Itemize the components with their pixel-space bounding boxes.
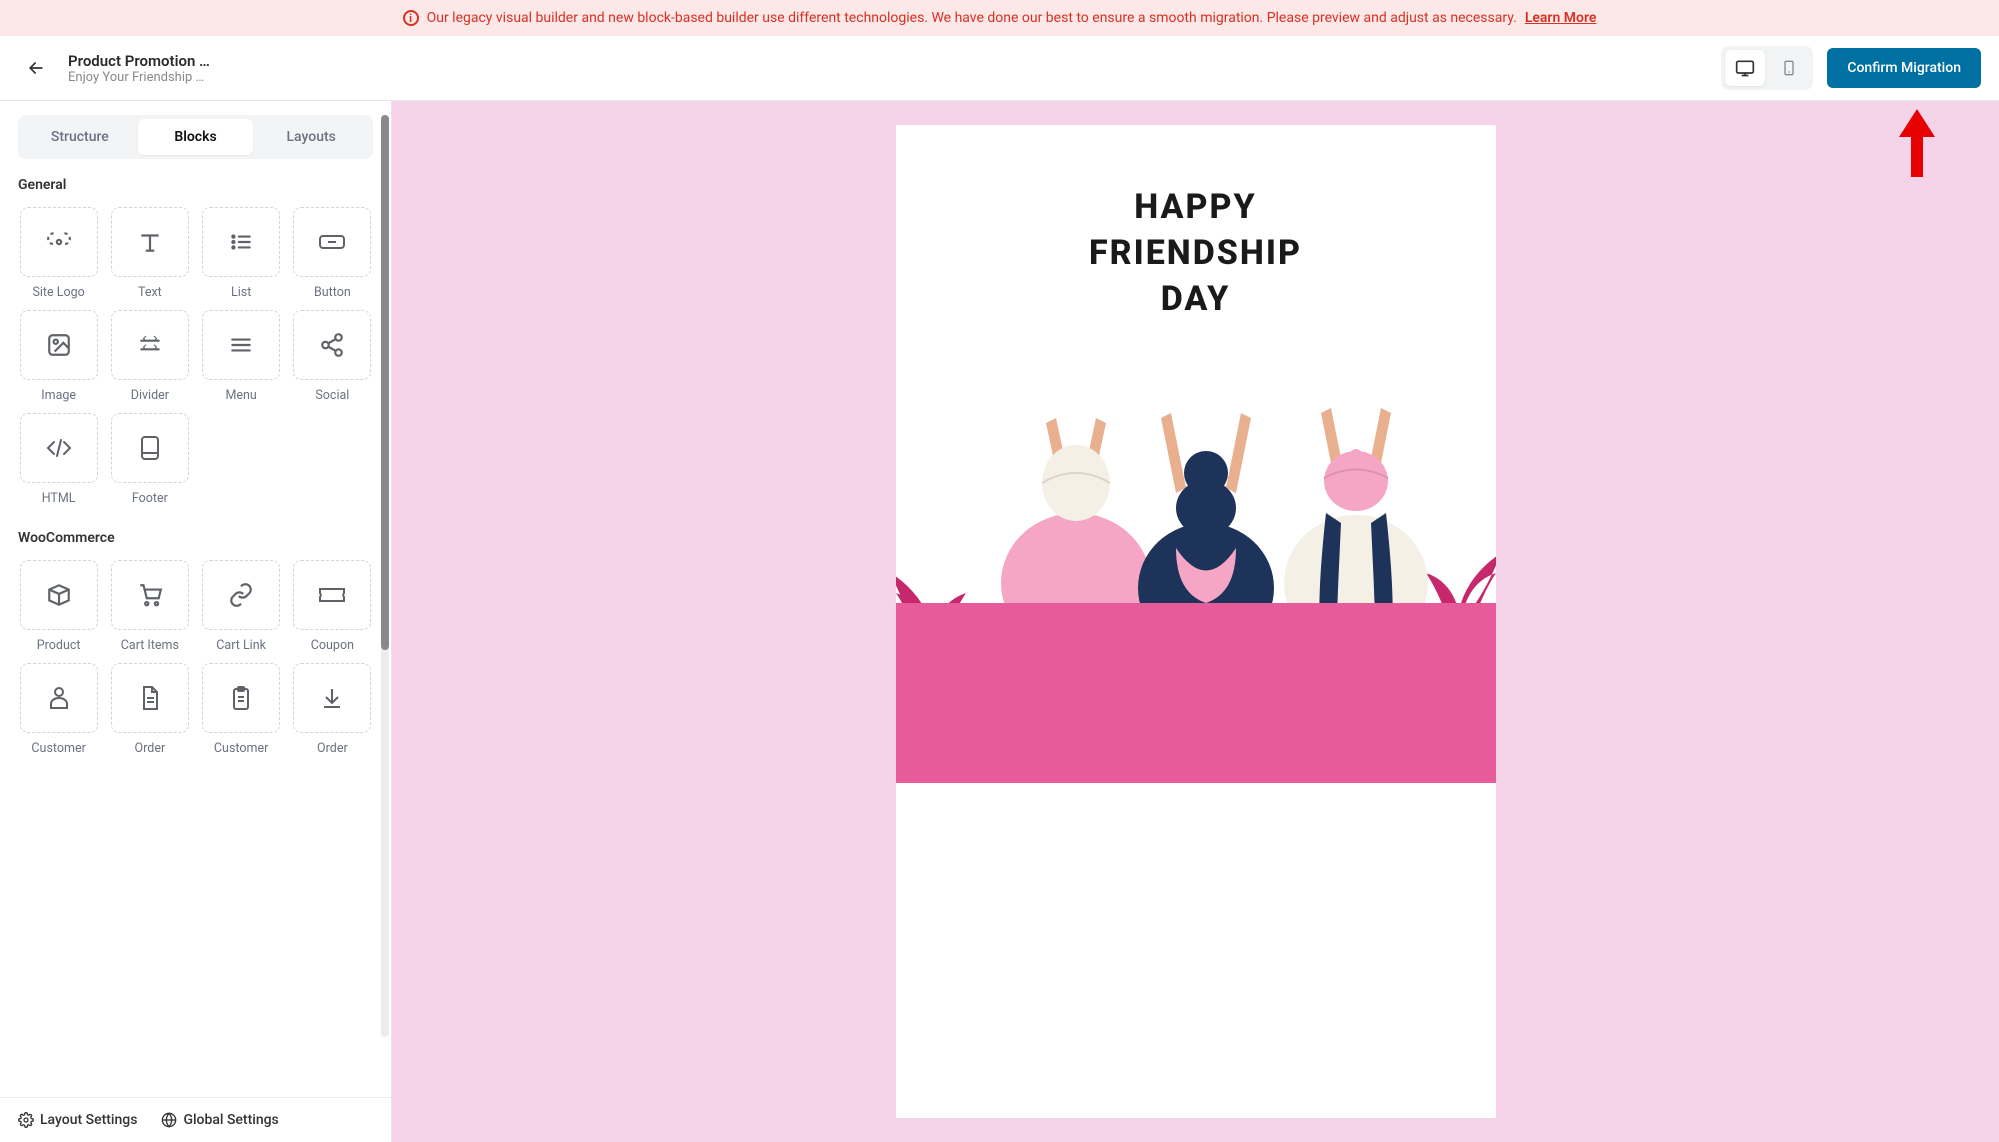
globe-icon — [161, 1112, 177, 1128]
desktop-view-button[interactable] — [1725, 50, 1765, 86]
block-label: Text — [138, 285, 162, 300]
sidebar-footer: Layout Settings Global Settings — [0, 1097, 391, 1142]
back-button[interactable] — [18, 50, 54, 86]
site-logo-icon — [20, 207, 98, 277]
block-customer2[interactable]: Customer — [201, 663, 282, 756]
block-label: Footer — [132, 491, 168, 506]
learn-more-link[interactable]: Learn More — [1525, 10, 1597, 26]
page-title: Product Promotion … — [68, 52, 210, 70]
scrollbar-thumb[interactable] — [381, 115, 389, 650]
coupon-icon — [293, 560, 371, 630]
tab-blocks[interactable]: Blocks — [138, 119, 254, 155]
block-footer[interactable]: Footer — [109, 413, 190, 506]
block-html[interactable]: HTML — [18, 413, 99, 506]
tab-structure[interactable]: Structure — [22, 119, 138, 155]
block-label: Divider — [131, 388, 169, 403]
header-bar: Product Promotion … Enjoy Your Friendshi… — [0, 36, 1999, 101]
block-label: Order — [135, 741, 166, 756]
block-site-logo[interactable]: Site Logo — [18, 207, 99, 300]
block-label: Cart Link — [216, 638, 266, 653]
menu-icon — [202, 310, 280, 380]
mobile-view-button[interactable] — [1769, 50, 1809, 86]
heading-line3: DAY — [1161, 279, 1231, 319]
page-subtitle: Enjoy Your Friendship … — [68, 70, 210, 85]
block-label: Menu — [225, 388, 256, 403]
customer-icon — [20, 663, 98, 733]
cart-items-icon — [111, 560, 189, 630]
section-woocommerce-title: WooCommerce — [18, 530, 373, 546]
footer-icon — [111, 413, 189, 483]
block-image[interactable]: Image — [18, 310, 99, 403]
block-label: Site Logo — [32, 285, 84, 300]
customer2-icon — [202, 663, 280, 733]
woocommerce-blocks-grid: Product Cart Items Cart Link — [18, 560, 373, 756]
list-icon — [202, 207, 280, 277]
block-button[interactable]: Button — [292, 207, 373, 300]
button-icon — [293, 207, 371, 277]
annotation-arrow-icon — [1899, 109, 1935, 177]
block-cart-link[interactable]: Cart Link — [201, 560, 282, 653]
block-label: HTML — [42, 491, 76, 506]
image-icon — [20, 310, 98, 380]
block-list[interactable]: List — [201, 207, 282, 300]
block-label: Order — [317, 741, 348, 756]
block-label: Customer — [214, 741, 268, 756]
block-label: Cart Items — [121, 638, 179, 653]
block-label: Button — [314, 285, 351, 300]
block-text[interactable]: Text — [109, 207, 190, 300]
block-customer[interactable]: Customer — [18, 663, 99, 756]
block-label: Product — [37, 638, 81, 653]
banner-text: Our legacy visual builder and new block-… — [427, 10, 1517, 26]
global-settings-label: Global Settings — [183, 1112, 278, 1128]
block-label: Coupon — [311, 638, 354, 653]
global-settings-link[interactable]: Global Settings — [161, 1112, 278, 1128]
scrollbar[interactable] — [381, 115, 389, 1037]
block-menu[interactable]: Menu — [201, 310, 282, 403]
confirm-migration-button[interactable]: Confirm Migration — [1827, 48, 1981, 88]
sidebar: Structure Blocks Layouts General Site Lo… — [0, 101, 392, 1142]
block-social[interactable]: Social — [292, 310, 373, 403]
block-label: Image — [41, 388, 76, 403]
block-divider[interactable]: Divider — [109, 310, 190, 403]
divider-icon — [111, 310, 189, 380]
canvas-heading: HAPPY FRIENDSHIP DAY — [896, 125, 1496, 343]
sidebar-tabs: Structure Blocks Layouts — [18, 115, 373, 159]
block-label: List — [231, 285, 251, 300]
heading-line2: FRIENDSHIP — [1089, 233, 1302, 273]
heading-line1: HAPPY — [1134, 187, 1257, 227]
block-order2[interactable]: Order — [292, 663, 373, 756]
tab-layouts[interactable]: Layouts — [253, 119, 369, 155]
order-icon — [111, 663, 189, 733]
friendship-illustration — [896, 343, 1496, 783]
layout-settings-link[interactable]: Layout Settings — [18, 1112, 137, 1128]
layout-settings-label: Layout Settings — [40, 1112, 137, 1128]
text-icon — [111, 207, 189, 277]
product-icon — [20, 560, 98, 630]
block-label: Customer — [31, 741, 85, 756]
block-product[interactable]: Product — [18, 560, 99, 653]
block-order[interactable]: Order — [109, 663, 190, 756]
title-block: Product Promotion … Enjoy Your Friendshi… — [68, 52, 210, 85]
block-label: Social — [315, 388, 349, 403]
info-icon: i — [403, 10, 419, 26]
email-canvas[interactable]: HAPPY FRIENDSHIP DAY — [896, 125, 1496, 1118]
device-toggle — [1721, 46, 1813, 90]
general-blocks-grid: Site Logo Text List — [18, 207, 373, 506]
section-general-title: General — [18, 177, 373, 193]
block-cart-items[interactable]: Cart Items — [109, 560, 190, 653]
gear-icon — [18, 1112, 34, 1128]
html-icon — [20, 413, 98, 483]
migration-banner: i Our legacy visual builder and new bloc… — [0, 0, 1999, 36]
main-layout: Structure Blocks Layouts General Site Lo… — [0, 101, 1999, 1142]
block-coupon[interactable]: Coupon — [292, 560, 373, 653]
order2-icon — [293, 663, 371, 733]
canvas-area[interactable]: HAPPY FRIENDSHIP DAY — [392, 101, 1999, 1142]
social-icon — [293, 310, 371, 380]
cart-link-icon — [202, 560, 280, 630]
